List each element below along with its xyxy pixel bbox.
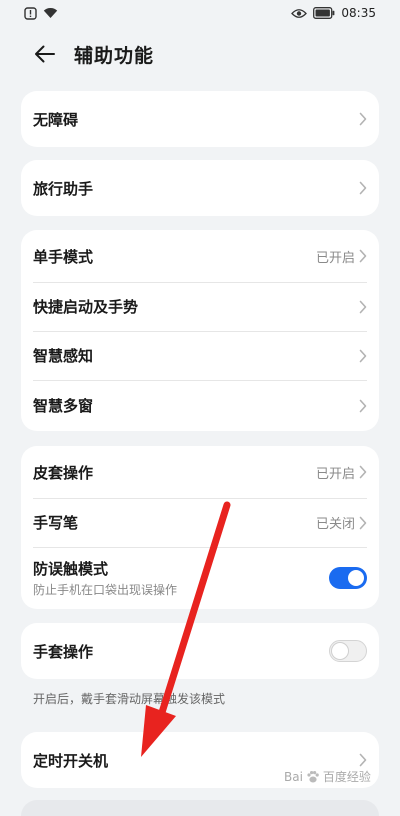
- chevron-right-icon: [359, 181, 367, 195]
- row-travel-assistant[interactable]: 旅行助手: [21, 160, 379, 216]
- status-bar: 08:35: [0, 0, 400, 26]
- chevron-right-icon: [359, 300, 367, 314]
- header: 辅助功能: [0, 30, 400, 78]
- modes-card: 单手模式 已开启 快捷启动及手势 智慧感知 智慧多窗: [21, 230, 379, 431]
- chevron-right-icon: [359, 516, 367, 530]
- row-smart-sense[interactable]: 智慧感知: [21, 331, 379, 380]
- chevron-right-icon: [359, 112, 367, 126]
- paw-icon: [306, 770, 320, 784]
- touch-card: 皮套操作 已开启 手写笔 已关闭 防误触模式 防止手机在口袋出现误操作: [21, 446, 379, 609]
- row-glove-operation: 手套操作: [21, 623, 379, 679]
- row-label: 单手模式: [33, 247, 94, 266]
- row-label: 智慧感知: [33, 347, 94, 365]
- travel-card: 旅行助手: [21, 160, 379, 216]
- watermark-text: Bai: [284, 769, 303, 784]
- row-value: 已开启: [315, 466, 355, 482]
- notification-icon: [24, 6, 37, 20]
- row-label: 智慧多窗: [33, 397, 94, 415]
- back-arrow-icon: [34, 45, 56, 63]
- row-quick-launch-gestures[interactable]: 快捷启动及手势: [21, 282, 379, 331]
- status-left: [24, 6, 58, 20]
- status-time: 08:35: [341, 6, 376, 20]
- row-label: 无障碍: [33, 110, 79, 129]
- glove-toggle[interactable]: [329, 640, 367, 662]
- watermark-text-2: 百度经验: [322, 770, 371, 784]
- row-value: 已关闭: [315, 517, 355, 532]
- partial-next-card: [21, 800, 379, 816]
- accessibility-card: 无障碍: [21, 91, 379, 147]
- toggle-knob: [348, 570, 364, 586]
- row-stylus[interactable]: 手写笔 已关闭: [21, 498, 379, 547]
- row-accessibility[interactable]: 无障碍: [21, 91, 379, 147]
- row-description: 防止手机在口袋出现误操作: [33, 583, 178, 597]
- glove-note: 开启后，戴手套滑动屏幕触发该模式: [33, 692, 226, 706]
- row-label: 手写笔: [33, 514, 79, 532]
- row-cover-operation[interactable]: 皮套操作 已开启: [21, 446, 379, 498]
- wifi-icon: [43, 7, 58, 19]
- row-label: 皮套操作: [33, 463, 94, 482]
- chevron-right-icon: [359, 249, 367, 263]
- status-right: 08:35: [291, 6, 376, 20]
- battery-icon: [313, 7, 335, 19]
- eye-icon: [291, 8, 308, 19]
- row-one-hand-mode[interactable]: 单手模式 已开启: [21, 230, 379, 282]
- row-label: 防误触模式: [33, 560, 109, 578]
- row-anti-mistouch: 防误触模式 防止手机在口袋出现误操作: [21, 547, 379, 609]
- back-button[interactable]: [30, 40, 60, 68]
- glove-card: 手套操作: [21, 623, 379, 679]
- row-smart-multi-window[interactable]: 智慧多窗: [21, 380, 379, 431]
- chevron-right-icon: [359, 349, 367, 363]
- row-label: 旅行助手: [33, 179, 94, 198]
- page-title: 辅助功能: [74, 45, 155, 67]
- accessibility-settings-screen: 08:35 辅助功能 无障碍 旅行助手 单手模式 已开启 快捷启动及手势 智慧感…: [0, 0, 400, 816]
- row-value: 已开启: [315, 250, 355, 266]
- chevron-right-icon: [359, 753, 367, 767]
- anti-mistouch-toggle[interactable]: [329, 567, 367, 589]
- chevron-right-icon: [359, 399, 367, 413]
- row-label: 定时开关机: [33, 751, 109, 770]
- watermark: Bai 百度经验: [284, 768, 371, 785]
- row-label: 手套操作: [33, 642, 94, 661]
- row-label: 快捷启动及手势: [33, 298, 139, 316]
- chevron-right-icon: [359, 465, 367, 479]
- toggle-knob: [332, 643, 348, 659]
